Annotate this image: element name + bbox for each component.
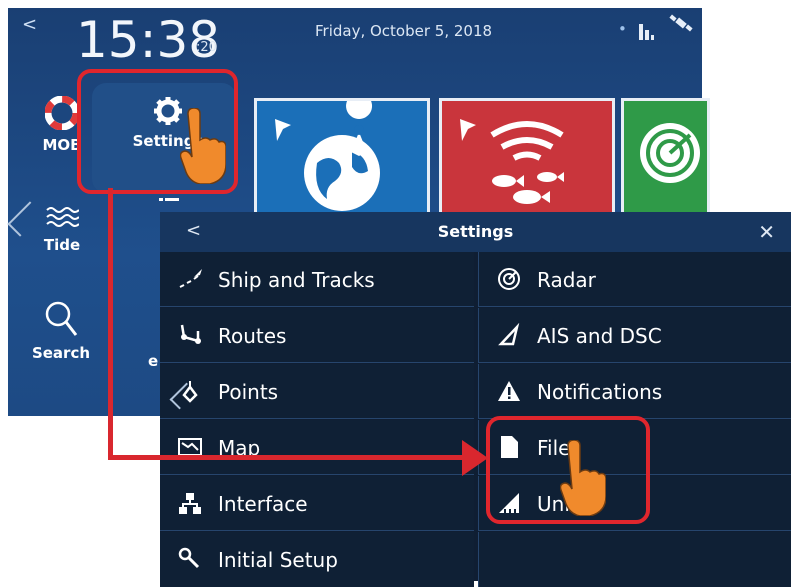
menu-item-map[interactable]: Map xyxy=(160,420,474,475)
warning-icon xyxy=(498,381,520,401)
menu-item-ship-and-tracks[interactable]: Ship and Tracks xyxy=(160,252,474,307)
guide-arrow-head-icon xyxy=(462,440,488,476)
satellite-icon xyxy=(668,14,698,46)
menu-item-label: Ship and Tracks xyxy=(218,268,375,292)
chart-app-tile[interactable] xyxy=(254,93,430,221)
pointing-hand-icon xyxy=(180,108,226,184)
menu-item-label: Notifications xyxy=(537,380,663,404)
menu-item-points[interactable]: Points xyxy=(160,364,474,419)
list-icon xyxy=(159,198,179,201)
search-label: Search xyxy=(31,344,91,362)
route-icon xyxy=(180,324,201,344)
waves-icon xyxy=(46,207,79,227)
radar-app-icon xyxy=(640,123,700,183)
menu-item-initial-setup[interactable]: Initial Setup xyxy=(160,532,474,587)
search-tile[interactable]: Search xyxy=(30,300,92,362)
menu-item-label: AIS and DSC xyxy=(537,324,662,348)
network-icon xyxy=(179,493,201,514)
signal-bars-icon xyxy=(638,20,660,44)
menu-item-ais-and-dsc[interactable]: AIS and DSC xyxy=(478,308,791,363)
wrench-icon xyxy=(178,547,200,569)
settings-menu-grid: Ship and Tracks Routes Points Map Interf… xyxy=(160,252,791,587)
ais-triangle-icon xyxy=(498,323,520,346)
menu-item-label: Points xyxy=(218,380,279,404)
menu-item-routes[interactable]: Routes xyxy=(160,308,474,363)
radar-icon xyxy=(498,268,520,290)
menu-item-label: Interface xyxy=(218,492,308,516)
sonar-app-tile[interactable] xyxy=(439,98,615,221)
menu-item-radar[interactable]: Radar xyxy=(478,252,791,307)
pointing-hand-icon xyxy=(560,440,606,516)
guide-arrow-line-vertical xyxy=(108,188,113,460)
radar-app-tile[interactable] xyxy=(621,98,710,221)
close-icon[interactable]: ✕ xyxy=(758,220,775,244)
partial-tile-label: e xyxy=(148,352,159,370)
chart-app-icon xyxy=(275,93,380,211)
settings-panel: < Settings ✕ Ship and Tracks Routes Poin… xyxy=(160,212,791,587)
dot-indicator-icon: • xyxy=(618,20,627,38)
menu-item-label: Initial Setup xyxy=(218,548,338,572)
menu-item-interface[interactable]: Interface xyxy=(160,476,474,531)
mob-label: MOB xyxy=(42,136,82,154)
tide-tile[interactable]: Tide xyxy=(34,204,90,254)
menu-item-empty xyxy=(478,532,791,587)
settings-panel-title: Settings xyxy=(437,222,514,241)
sonar-app-icon xyxy=(460,119,564,204)
track-icon xyxy=(179,269,202,288)
settings-panel-header: < Settings ✕ xyxy=(160,212,791,252)
clock-seconds: :20 xyxy=(196,40,217,55)
lifebuoy-icon xyxy=(45,96,79,130)
menu-item-label: Radar xyxy=(537,268,596,292)
magnifier-icon xyxy=(45,301,78,336)
home-back-button[interactable]: < xyxy=(22,14,37,35)
menu-item-label: Routes xyxy=(218,324,287,348)
tide-label: Tide xyxy=(43,236,81,254)
menu-item-notifications[interactable]: Notifications xyxy=(478,364,791,419)
date-display: Friday, October 5, 2018 xyxy=(315,22,493,40)
guide-arrow-line-horizontal xyxy=(108,455,470,460)
